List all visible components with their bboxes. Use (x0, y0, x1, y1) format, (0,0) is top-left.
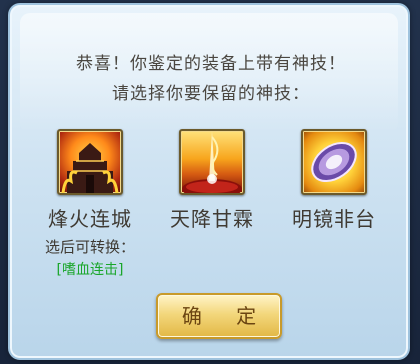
skill-name: 明镜非台 (292, 207, 376, 231)
golden-rain-icon[interactable] (179, 129, 245, 195)
skill-option-2[interactable]: 天降甘霖 (152, 129, 272, 232)
skill-name: 天降甘霖 (170, 207, 254, 231)
skill-select-dialog: 恭喜！你鉴定的装备上带有神技！ 请选择你要保留的神技： 烽火连城 选后可转换： … (8, 3, 410, 360)
skill-option-3[interactable]: 明镜非台 (274, 129, 394, 232)
confirm-button[interactable]: 确 定 (156, 293, 282, 339)
mirror-disc-icon[interactable] (301, 129, 367, 195)
skill-option-1[interactable]: 烽火连城 选后可转换： [嗜血连击] (30, 129, 150, 279)
burning-tower-icon[interactable] (57, 129, 123, 195)
skill-name: 烽火连城 (48, 207, 132, 231)
convert-skill-name: [嗜血连击] (56, 262, 124, 278)
congrats-message: 恭喜！你鉴定的装备上带有神技！ (76, 54, 346, 74)
convert-note: 选后可转换： (44, 238, 135, 256)
select-prompt: 请选择你要保留的神技： (112, 84, 310, 104)
